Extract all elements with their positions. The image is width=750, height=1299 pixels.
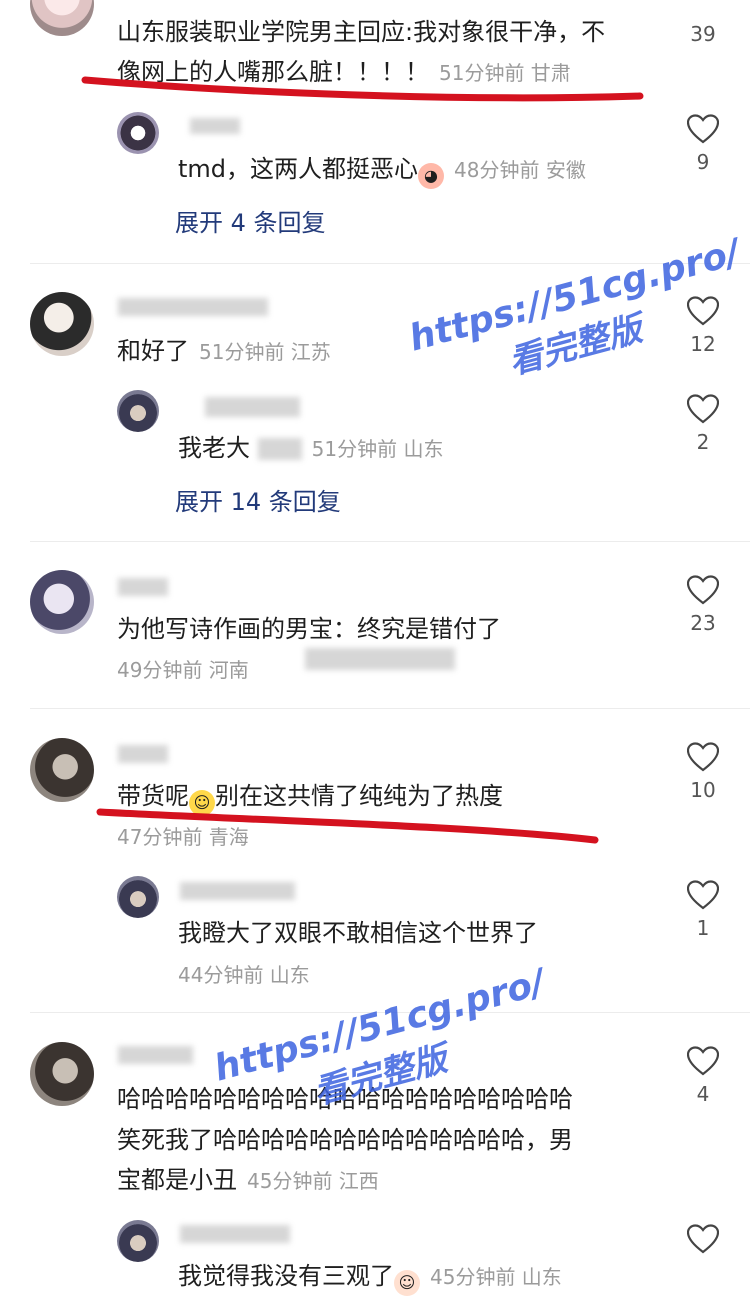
like-count: 10 [690, 778, 716, 802]
reply-meta: 44分钟前 山东 [178, 963, 310, 987]
like-count: 1 [696, 916, 710, 940]
comment-text-line3: 宝都是小丑 45分钟前 江西 [117, 1166, 379, 1194]
divider [30, 708, 750, 709]
like-count: 4 [696, 1082, 710, 1106]
comment-text: 山东服装职业学院男主回应:我对象很干净，不 [117, 18, 606, 46]
like-button[interactable]: 4 [673, 1046, 733, 1106]
expand-replies-link[interactable]: 展开 14 条回复 [175, 482, 341, 517]
redacted-username [180, 882, 295, 900]
divider [30, 541, 750, 542]
heart-outline-icon [687, 394, 719, 424]
heart-outline-icon [687, 575, 719, 605]
comment-meta: 49分钟前 河南 [117, 658, 249, 682]
watermark: https://51cg.pro/ 看完整版 [405, 231, 745, 383]
avatar[interactable] [117, 112, 159, 154]
like-button[interactable]: 9 [673, 114, 733, 174]
redacted-username [118, 578, 168, 596]
like-count: 39 [690, 22, 716, 46]
heart-outline-icon [687, 742, 719, 772]
reply-text: 我觉得我没有三观了 ☺ 45分钟前 山东 [178, 1258, 562, 1296]
peach-emoji: ◕ [418, 163, 445, 189]
like-button[interactable] [673, 1224, 733, 1260]
comment-text-line2: 笑死我了哈哈哈哈哈哈哈哈哈哈哈哈哈，男 [117, 1126, 573, 1154]
avatar[interactable] [30, 570, 94, 634]
avatar[interactable] [117, 876, 159, 918]
reply-text: tmd，这两人都挺恶心 ◕ 48分钟前 安徽 [178, 151, 586, 189]
avatar[interactable] [30, 0, 94, 36]
redacted-username [118, 1046, 193, 1064]
heart-outline-icon [687, 1224, 719, 1254]
comment-text: 和好了 51分钟前 江苏 [117, 337, 331, 365]
reply-meta: 51分钟前 山东 [311, 437, 444, 461]
redacted-overlay [305, 648, 455, 670]
like-button[interactable]: 39 [673, 16, 733, 46]
avatar[interactable] [117, 390, 159, 432]
peach-emoji: ☺ [394, 1270, 420, 1296]
avatar[interactable] [30, 292, 94, 356]
like-button[interactable]: 1 [673, 880, 733, 940]
heart-outline-icon [687, 1046, 719, 1076]
reply-text: 我老大 51分钟前 山东 [178, 434, 444, 462]
redacted-username [180, 1225, 290, 1243]
reply-meta: 48分钟前 安徽 [454, 158, 586, 182]
comment-meta: 45分钟前 江西 [247, 1169, 379, 1193]
avatar[interactable] [30, 1042, 94, 1106]
like-button[interactable]: 23 [673, 575, 733, 635]
redacted-username [118, 298, 268, 316]
like-button[interactable]: 10 [673, 742, 733, 802]
comment-meta: 51分钟前 江苏 [199, 340, 331, 364]
redacted-username [190, 118, 240, 134]
like-button[interactable]: 2 [673, 394, 733, 454]
like-count: 9 [696, 150, 710, 174]
like-count: 23 [690, 611, 716, 635]
red-underline-annotation [96, 808, 599, 844]
heart-outline-icon [687, 880, 719, 910]
redacted-username [118, 745, 168, 763]
avatar[interactable] [117, 1220, 159, 1262]
heart-outline-icon [687, 114, 719, 144]
redacted-username [205, 397, 300, 417]
avatar[interactable] [30, 738, 94, 802]
reply-text: 我瞪大了双眼不敢相信这个世界了 [178, 919, 538, 947]
like-count: 2 [696, 430, 710, 454]
expand-replies-link[interactable]: 展开 4 条回复 [175, 203, 326, 238]
reply-meta: 45分钟前 山东 [430, 1265, 562, 1289]
comment-text: 为他写诗作画的男宝：终究是错付了 [117, 615, 501, 643]
red-underline-annotation [81, 76, 644, 102]
